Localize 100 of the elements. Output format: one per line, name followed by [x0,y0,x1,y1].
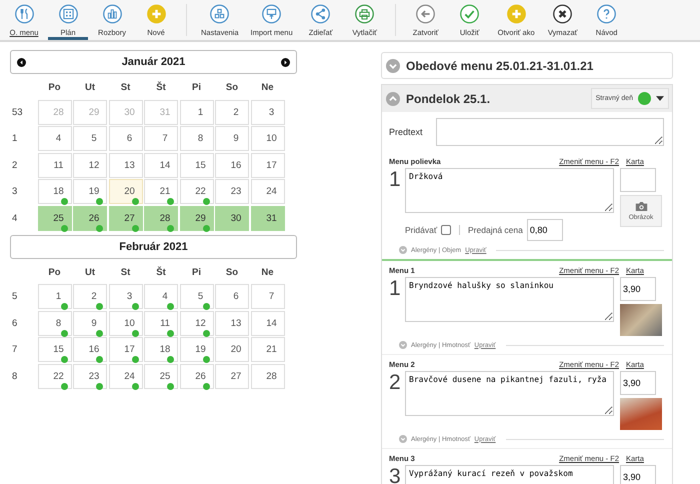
menu-number: 2 [389,371,402,396]
weekday-label: So [224,81,240,95]
weekday-label: St [120,266,132,280]
weekday-label: Št [155,266,167,280]
day-cell[interactable]: 15 [38,337,72,362]
sale-price-field[interactable]: 0,80 [526,219,563,241]
help-icon [596,4,618,24]
menu-number: 1 [389,168,402,190]
weekday-label: Po [47,266,62,280]
day-cell[interactable]: 29 [180,206,214,230]
day-cell[interactable]: 6 [215,284,249,309]
day-cell[interactable]: 24 [108,364,142,388]
chevron-up-icon[interactable] [386,92,400,106]
day-cell[interactable]: 21 [250,337,284,362]
week-number: 53 [11,106,24,120]
day-cell[interactable]: 24 [250,179,284,204]
day-cell[interactable]: 21 [144,179,178,204]
day-cell[interactable]: 7 [144,126,178,151]
day-cell[interactable]: 3 [108,284,142,309]
day-cell[interactable]: 4 [38,126,72,151]
day-cell[interactable]: 3 [250,100,284,124]
day-cell[interactable]: 12 [180,310,214,336]
chevron-down-icon[interactable] [399,341,407,349]
day-cell[interactable]: 30 [215,206,249,230]
day-cell[interactable]: 19 [180,337,214,362]
day-cell[interactable]: 10 [250,126,284,151]
card-field[interactable] [620,168,656,192]
day-cell[interactable]: 11 [38,152,72,178]
chevron-down-icon[interactable] [399,435,407,443]
day-cell[interactable]: 22 [38,364,72,388]
pretext-field[interactable] [436,118,664,146]
day-cell[interactable]: 7 [250,284,284,309]
share-icon [310,4,332,24]
day-cell[interactable]: 18 [144,337,178,362]
day-cell[interactable]: 6 [108,126,142,151]
day-cell[interactable]: 12 [73,152,107,178]
day-cell[interactable]: 2 [215,100,249,124]
menu-number: 1 [389,277,402,302]
day-cell[interactable]: 28 [250,364,284,388]
day-cell[interactable]: 16 [73,337,107,362]
day-cell[interactable]: 27 [108,206,142,230]
day-cell[interactable]: 2 [73,284,107,309]
day-cell[interactable]: 14 [144,152,178,178]
price-field[interactable]: 3,90 [620,465,656,484]
week-number: 4 [11,212,18,226]
next-month-icon[interactable] [281,58,290,66]
dish-field[interactable]: Bravčové dusene na pikantnej fazuli, ryža [405,371,614,416]
delete-icon [552,4,574,24]
day-cell[interactable]: 5 [180,284,214,309]
day-cell[interactable]: 1 [180,100,214,124]
bar-chart-icon [102,4,122,24]
day-cell[interactable]: 31 [250,206,284,230]
day-cell[interactable]: 20 [215,337,249,362]
day-cell[interactable]: 4 [144,284,178,309]
price-field[interactable]: 3,90 [620,371,656,395]
dish-field[interactable]: Bryndzové halušky so slaninkou [405,277,614,322]
day-cell[interactable]: 1 [38,284,72,309]
day-cell[interactable]: 5 [73,126,107,151]
day-cell[interactable]: 26 [73,206,107,230]
plus-icon [146,4,166,24]
dish-field[interactable]: Vyprážaný kurací rezeň v považskom [405,465,614,484]
day-cell[interactable]: 8 [38,310,72,336]
day-cell[interactable]: 9 [215,126,249,151]
caret-icon[interactable] [656,96,664,101]
day-cell[interactable]: 11 [144,310,178,336]
day-cell[interactable]: 20 [108,179,142,204]
chevron-down-icon[interactable] [386,58,400,72]
day-cell[interactable]: 16 [215,152,249,178]
grid-icon [58,4,78,24]
previous-month-icon[interactable] [17,58,26,66]
day-cell[interactable]: 15 [180,152,214,178]
day-cell[interactable]: 19 [73,179,107,204]
blocks-icon [209,4,230,24]
day-cell[interactable]: 26 [180,364,214,388]
day-cell[interactable]: 13 [215,310,249,336]
day-cell[interactable]: 17 [250,152,284,178]
week-number: 7 [11,343,18,357]
day-cell[interactable]: 13 [108,152,142,178]
price-field[interactable]: 3,90 [620,277,656,301]
day-cell[interactable]: 8 [180,126,214,151]
day-cell[interactable]: 14 [250,310,284,336]
day-cell[interactable]: 27 [215,364,249,388]
week-menu-header[interactable]: Obedové menu 25.01.21-31.01.21 [381,52,673,79]
day-cell[interactable]: 18 [38,179,72,204]
day-cell[interactable]: 23 [215,179,249,204]
camera-icon [634,201,648,212]
day-cell[interactable]: 9 [73,310,107,336]
day-cell[interactable]: 25 [144,364,178,388]
dish-field[interactable]: Držková [405,168,614,213]
day-cell[interactable]: 23 [73,364,107,388]
day-cell[interactable]: 10 [108,310,142,336]
day-cell[interactable]: 25 [38,206,72,230]
day-cell[interactable]: 17 [108,337,142,362]
day-cell[interactable]: 28 [144,206,178,230]
day-cell[interactable]: 22 [180,179,214,204]
chevron-down-icon[interactable] [399,246,407,254]
month-title: Február 2021 [119,240,188,252]
add-checkbox[interactable] [441,225,452,235]
weekday-label: Ut [84,266,96,280]
photo-placeholder [620,398,662,430]
